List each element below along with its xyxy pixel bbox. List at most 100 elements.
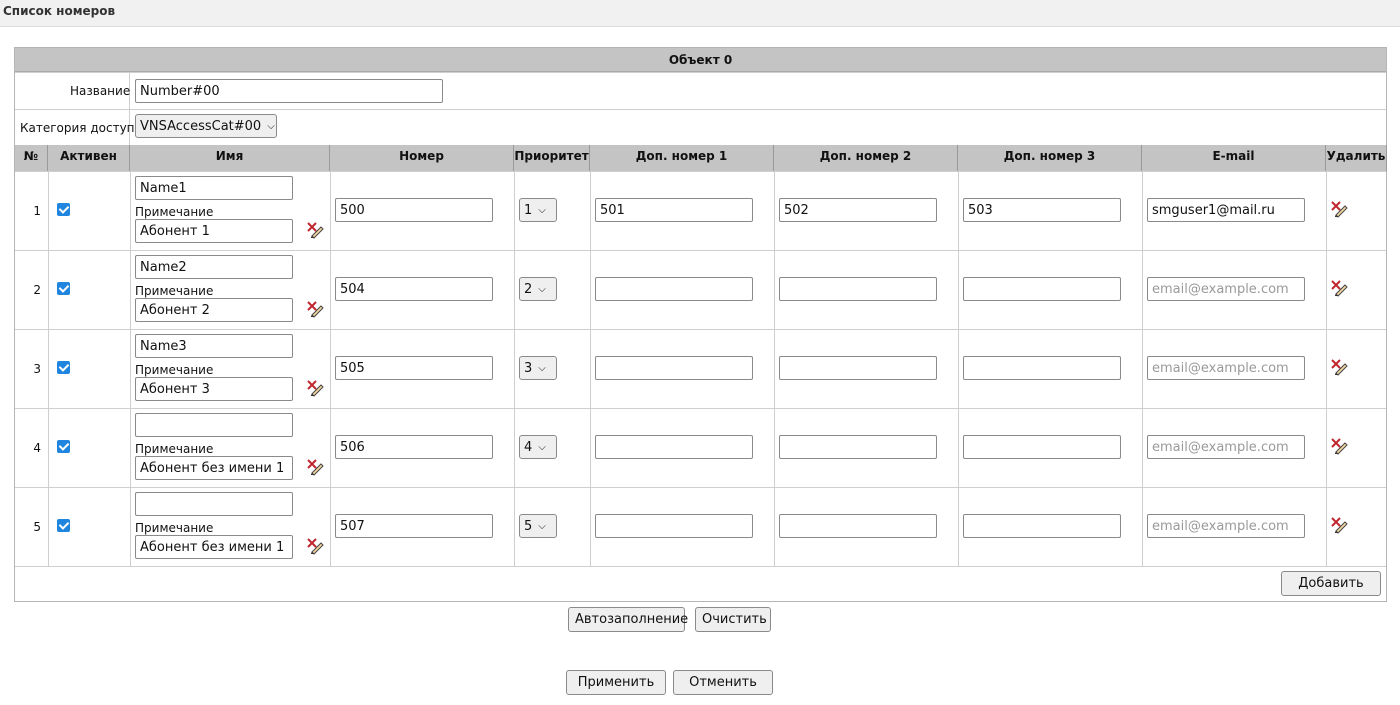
column-divider (1142, 250, 1143, 329)
phone-number-input[interactable] (335, 514, 493, 538)
name-input[interactable] (135, 176, 293, 200)
extra-number-2-input[interactable] (779, 435, 937, 459)
delete-row-icon[interactable] (1330, 516, 1348, 534)
priority-select[interactable]: 4 ⌵ (519, 435, 557, 459)
active-checkbox[interactable] (57, 440, 70, 453)
header-col-email: E-mail (1142, 145, 1326, 171)
email-input[interactable] (1147, 435, 1305, 459)
column-divider (958, 171, 959, 250)
priority-select[interactable]: 5 ⌵ (519, 514, 557, 538)
column-divider (48, 487, 49, 566)
email-input[interactable] (1147, 514, 1305, 538)
row-divider (15, 408, 1386, 409)
clear-name-icon[interactable] (306, 458, 324, 476)
column-divider (1326, 250, 1327, 329)
column-divider (1142, 408, 1143, 487)
column-divider (1142, 487, 1143, 566)
object-panel: Объект 0 Название Категория доступа VNSA… (14, 47, 1387, 602)
clear-button[interactable]: Очистить (695, 607, 771, 632)
header-col-phone: Номер (330, 145, 514, 171)
note-input[interactable] (135, 377, 293, 401)
note-input[interactable] (135, 298, 293, 322)
row-number: 2 (33, 283, 41, 297)
delete-row-icon[interactable] (1330, 437, 1348, 455)
column-divider (48, 329, 49, 408)
clear-name-icon[interactable] (306, 537, 324, 555)
header-col-active: Активен (48, 145, 130, 171)
column-divider (330, 250, 331, 329)
column-divider (590, 250, 591, 329)
name-input[interactable] (135, 413, 293, 437)
extra-number-2-input[interactable] (779, 198, 937, 222)
note-label: Примечание (135, 442, 214, 456)
row-number: 3 (33, 362, 41, 376)
extra-number-3-input[interactable] (963, 356, 1121, 380)
row-divider (15, 250, 1386, 251)
extra-number-1-input[interactable] (595, 435, 753, 459)
note-label: Примечание (135, 284, 214, 298)
row-divider (15, 329, 1386, 330)
extra-number-1-input[interactable] (595, 198, 753, 222)
extra-number-1-input[interactable] (595, 514, 753, 538)
priority-value: 3 (524, 360, 533, 376)
column-divider (958, 408, 959, 487)
phone-number-input[interactable] (335, 198, 493, 222)
active-checkbox[interactable] (57, 519, 70, 532)
priority-select[interactable]: 3 ⌵ (519, 356, 557, 380)
apply-button[interactable]: Применить (566, 670, 666, 695)
column-divider (514, 487, 515, 566)
note-input[interactable] (135, 219, 293, 243)
delete-row-icon[interactable] (1330, 279, 1348, 297)
extra-number-3-input[interactable] (963, 198, 1121, 222)
phone-number-input[interactable] (335, 356, 493, 380)
note-input[interactable] (135, 456, 293, 480)
autofill-button[interactable]: Автозаполнение (568, 607, 688, 632)
column-divider (774, 487, 775, 566)
column-divider (774, 329, 775, 408)
chevron-down-icon: ⌵ (267, 120, 275, 132)
add-button[interactable]: Добавить (1281, 571, 1381, 596)
extra-number-2-input[interactable] (779, 356, 937, 380)
cancel-button[interactable]: Отменить (673, 670, 773, 695)
object-header: Объект 0 (15, 48, 1386, 72)
extra-number-1-input[interactable] (595, 277, 753, 301)
delete-row-icon[interactable] (1330, 358, 1348, 376)
object-name-input[interactable] (135, 79, 443, 103)
extra-number-3-input[interactable] (963, 514, 1121, 538)
clear-name-icon[interactable] (306, 300, 324, 318)
name-input[interactable] (135, 334, 293, 358)
extra-number-2-input[interactable] (779, 514, 937, 538)
column-divider (1142, 171, 1143, 250)
header-col-delete: Удалить (1326, 145, 1387, 171)
header-col-priority: Приоритет (514, 145, 590, 171)
phone-number-input[interactable] (335, 435, 493, 459)
active-checkbox[interactable] (57, 203, 70, 216)
name-label: Название (70, 84, 131, 98)
active-checkbox[interactable] (57, 282, 70, 295)
extra-number-3-input[interactable] (963, 435, 1121, 459)
email-input[interactable] (1147, 198, 1305, 222)
note-input[interactable] (135, 535, 293, 559)
extra-number-3-input[interactable] (963, 277, 1121, 301)
priority-select[interactable]: 2 ⌵ (519, 277, 557, 301)
column-divider (330, 329, 331, 408)
column-divider (514, 408, 515, 487)
name-input[interactable] (135, 255, 293, 279)
phone-number-input[interactable] (335, 277, 493, 301)
clear-name-icon[interactable] (306, 379, 324, 397)
column-divider (1142, 329, 1143, 408)
priority-select[interactable]: 1 ⌵ (519, 198, 557, 222)
delete-row-icon[interactable] (1330, 200, 1348, 218)
priority-value: 1 (524, 202, 533, 218)
active-checkbox[interactable] (57, 361, 70, 374)
name-input[interactable] (135, 492, 293, 516)
access-category-select[interactable]: VNSAccessCat#00 ⌵ (135, 114, 277, 138)
clear-name-icon[interactable] (306, 221, 324, 239)
email-input[interactable] (1147, 356, 1305, 380)
column-divider (958, 250, 959, 329)
column-divider (590, 329, 591, 408)
extra-number-2-input[interactable] (779, 277, 937, 301)
email-input[interactable] (1147, 277, 1305, 301)
column-divider (330, 487, 331, 566)
extra-number-1-input[interactable] (595, 356, 753, 380)
